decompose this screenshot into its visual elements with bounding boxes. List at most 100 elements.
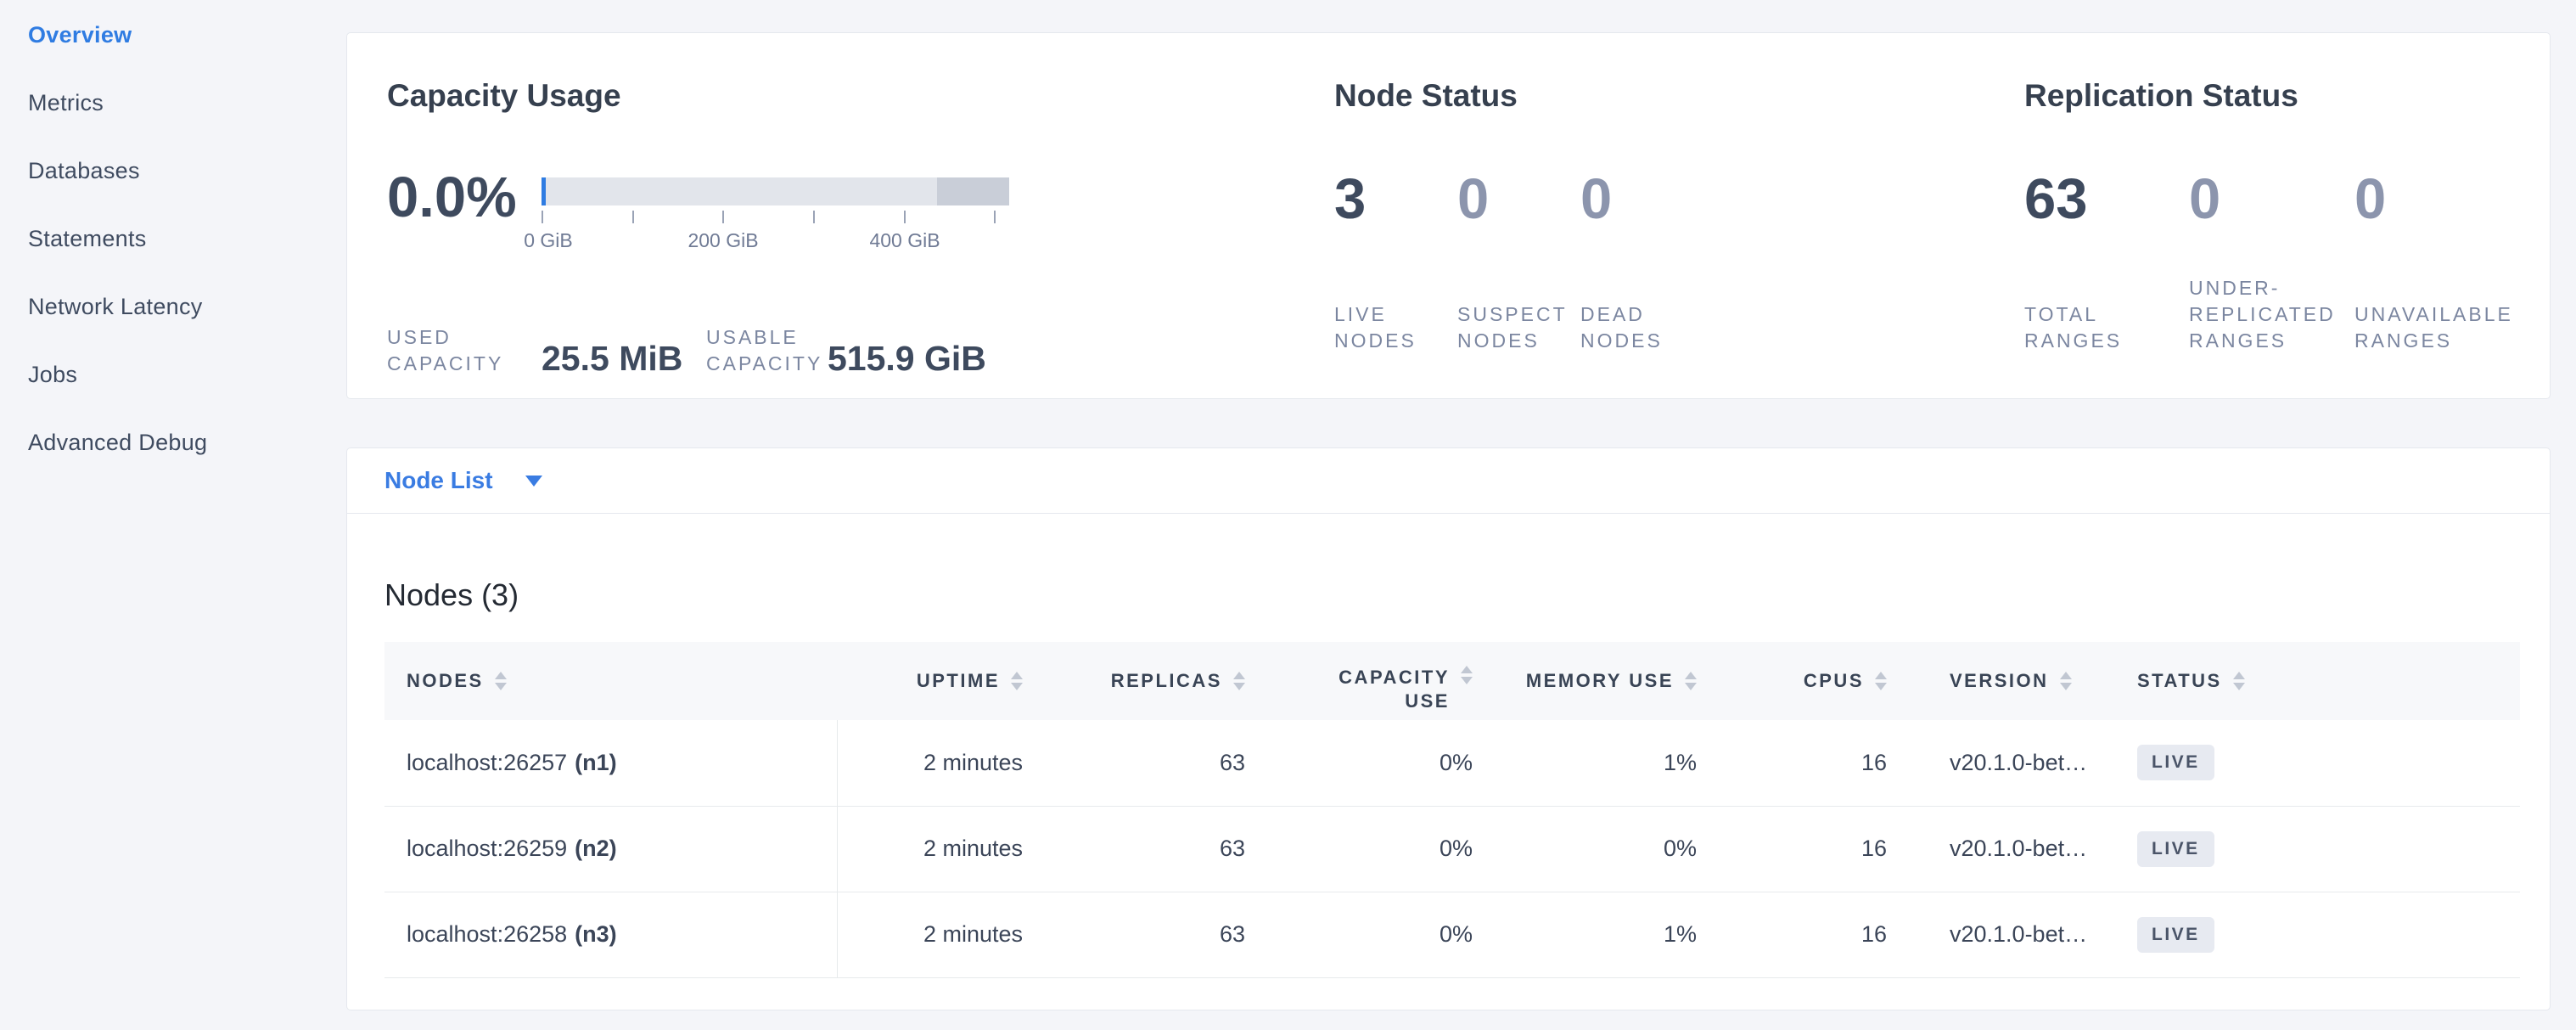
- column-label: CAPACITY USE: [1322, 666, 1450, 713]
- chevron-down-icon[interactable]: [525, 476, 542, 487]
- capacity-bar: 0 GiB 200 GiB 400 GiB: [542, 177, 1009, 255]
- node-name: (n3): [575, 921, 617, 947]
- live-nodes-value: 3: [1334, 169, 1457, 230]
- node-list-dropdown-label[interactable]: Node List: [384, 467, 493, 494]
- replication-status-section: Replication Status 63 0 0 TOTAL RANGES U…: [2024, 77, 2550, 398]
- node-address-cell: localhost:26257 (n1): [384, 720, 837, 806]
- node-list-dropdown[interactable]: Node List: [347, 448, 2550, 514]
- column-header-version[interactable]: VERSION: [1917, 642, 2124, 720]
- dead-nodes-value: 0: [1580, 169, 2024, 230]
- axis-label-200: 200 GiB: [687, 229, 758, 252]
- sort-icon[interactable]: [1011, 672, 1023, 690]
- column-label: REPLICAS: [1111, 670, 1222, 692]
- status-cell: LIVE: [2124, 720, 2520, 806]
- column-label: VERSION: [1950, 670, 2049, 692]
- status-cell: LIVE: [2124, 892, 2520, 977]
- version-cell: v20.1.0-bet…: [1917, 720, 2124, 806]
- capacity-usage-section: Capacity Usage 0.0%: [387, 77, 1334, 398]
- sidebar-item-databases[interactable]: Databases: [0, 137, 346, 205]
- status-cell: LIVE: [2124, 806, 2520, 892]
- column-header-nodes[interactable]: NODES: [384, 642, 837, 720]
- node-list-body: Nodes (3) NODES UPTIME RE: [347, 577, 2550, 978]
- node-name: (n1): [575, 750, 617, 775]
- node-address: localhost:26259: [407, 836, 567, 861]
- node-address: localhost:26258: [407, 921, 567, 947]
- under-replicated-ranges-label: UNDER- REPLICATED RANGES: [2189, 275, 2336, 354]
- sort-icon[interactable]: [495, 672, 507, 690]
- unavailable-ranges-label: UNAVAILABLE RANGES: [2354, 301, 2513, 354]
- cpus-cell: 16: [1727, 806, 1917, 892]
- column-label: STATUS: [2137, 670, 2222, 692]
- column-label: UPTIME: [917, 670, 1000, 692]
- replicas-cell: 63: [1053, 892, 1276, 977]
- dead-nodes-label: DEAD NODES: [1580, 301, 1663, 354]
- memory-use-cell: 1%: [1503, 720, 1727, 806]
- usable-capacity-label: USABLE CAPACITY: [706, 324, 828, 377]
- total-ranges-label: TOTAL RANGES: [2024, 301, 2122, 354]
- sidebar-item-jobs[interactable]: Jobs: [0, 341, 346, 408]
- live-nodes-label: LIVE NODES: [1334, 301, 1417, 354]
- column-header-uptime[interactable]: UPTIME: [837, 642, 1053, 720]
- sidebar-item-statements[interactable]: Statements: [0, 205, 346, 273]
- node-address: localhost:26257: [407, 750, 567, 775]
- column-label: NODES: [407, 670, 484, 692]
- column-header-replicas[interactable]: REPLICAS: [1053, 642, 1276, 720]
- capacity-use-cell: 0%: [1276, 720, 1503, 806]
- sidebar-item-overview[interactable]: Overview: [0, 1, 346, 69]
- sort-icon[interactable]: [2233, 672, 2245, 690]
- node-address-cell: localhost:26259(n2): [384, 806, 837, 892]
- memory-use-cell: 1%: [1503, 892, 1727, 977]
- column-header-memory-use[interactable]: MEMORY USE: [1503, 642, 1727, 720]
- suspect-nodes-label: SUSPECT NODES: [1457, 301, 1568, 354]
- sort-icon[interactable]: [1875, 672, 1887, 690]
- node-row-n1: localhost:26257 (n1) 2 minutes 63 0% 1% 1…: [384, 720, 2520, 806]
- node-row-n2: localhost:26259(n2) 2 minutes 63 0% 0% 1…: [384, 806, 2520, 892]
- sidebar-item-network-latency[interactable]: Network Latency: [0, 273, 346, 341]
- node-status-section: Node Status 3 0 0 LIVE NODES SUSPECT NOD…: [1334, 77, 2024, 398]
- capacity-axis-labels: 0 GiB 200 GiB 400 GiB: [542, 229, 1009, 255]
- sidebar-item-metrics[interactable]: Metrics: [0, 69, 346, 137]
- capacity-stats-row: USED CAPACITY 25.5 MiB USABLE CAPACITY 5…: [387, 324, 1334, 377]
- nodes-table-header-row: NODES UPTIME REPLICAS CAPACITY USE MEMOR: [384, 642, 2520, 720]
- capacity-usage-title: Capacity Usage: [387, 77, 1334, 115]
- version-cell: v20.1.0-bet…: [1917, 806, 2124, 892]
- suspect-nodes-value: 0: [1457, 169, 1580, 230]
- cluster-summary-panel: Capacity Usage 0.0%: [346, 32, 2551, 399]
- column-header-status[interactable]: STATUS: [2124, 642, 2520, 720]
- memory-use-cell: 0%: [1503, 806, 1727, 892]
- status-badge: LIVE: [2137, 745, 2214, 780]
- used-capacity-label: USED CAPACITY: [387, 324, 542, 377]
- uptime-cell: 2 minutes: [837, 806, 1053, 892]
- node-status-title: Node Status: [1334, 77, 2024, 115]
- sort-icon[interactable]: [2060, 672, 2072, 690]
- capacity-percent: 0.0%: [387, 167, 542, 255]
- capacity-bar-used-segment: [542, 177, 546, 205]
- usable-capacity-value: 515.9 GiB: [828, 340, 986, 377]
- status-badge: LIVE: [2137, 917, 2214, 953]
- node-list-panel: Node List Nodes (3) NODES UPTIME: [346, 447, 2551, 1010]
- node-row-n3: localhost:26258(n3) 2 minutes 63 0% 1% 1…: [384, 892, 2520, 977]
- sort-icon[interactable]: [1685, 672, 1697, 690]
- capacity-use-cell: 0%: [1276, 806, 1503, 892]
- column-header-cpus[interactable]: CPUS: [1727, 642, 1917, 720]
- capacity-bar-other-segment: [937, 177, 1009, 205]
- capacity-use-cell: 0%: [1276, 892, 1503, 977]
- sidebar: Overview Metrics Databases Statements Ne…: [0, 0, 346, 1030]
- cpus-cell: 16: [1727, 720, 1917, 806]
- axis-label-400: 400 GiB: [869, 229, 940, 252]
- overview-page: Overview Metrics Databases Statements Ne…: [0, 0, 2576, 1030]
- used-capacity-value: 25.5 MiB: [542, 340, 706, 377]
- nodes-table: NODES UPTIME REPLICAS CAPACITY USE MEMOR: [384, 642, 2520, 978]
- replicas-cell: 63: [1053, 720, 1276, 806]
- status-badge: LIVE: [2137, 831, 2214, 867]
- sidebar-item-advanced-debug[interactable]: Advanced Debug: [0, 408, 346, 476]
- sort-icon[interactable]: [1461, 666, 1473, 684]
- replication-stats: 63 0 0 TOTAL RANGES UNDER- REPLICATED RA…: [2024, 169, 2550, 354]
- column-header-capacity-use[interactable]: CAPACITY USE: [1276, 642, 1503, 720]
- sort-icon[interactable]: [1233, 672, 1245, 690]
- nodes-count-heading: Nodes (3): [384, 577, 2516, 614]
- under-replicated-ranges-value: 0: [2189, 169, 2354, 230]
- unavailable-ranges-value: 0: [2354, 169, 2550, 230]
- replicas-cell: 63: [1053, 806, 1276, 892]
- uptime-cell: 2 minutes: [837, 720, 1053, 806]
